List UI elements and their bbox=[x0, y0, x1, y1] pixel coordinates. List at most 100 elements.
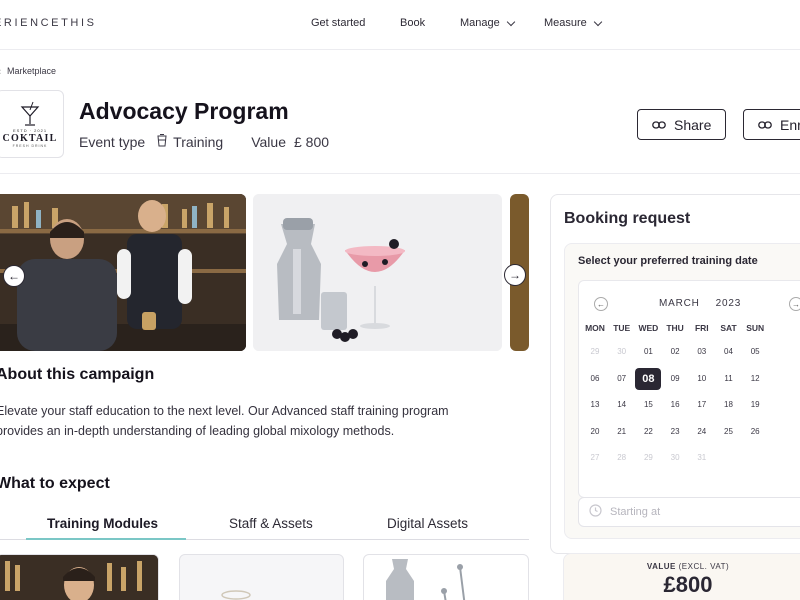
calendar-day[interactable]: 14 bbox=[609, 394, 635, 416]
share-button-label: Share bbox=[674, 116, 712, 133]
calendar-day[interactable]: 08 bbox=[635, 367, 662, 390]
calendar-month-year[interactable]: MARCH 2023 bbox=[659, 298, 741, 309]
page-title: Advocacy Program bbox=[79, 98, 289, 124]
calendar: ← MARCH 2023 → MON TUE WED THU FRI SAT SUN 29 30… bbox=[578, 280, 800, 498]
calendar-day: 29 bbox=[590, 347, 600, 356]
breadcrumb-marketplace[interactable]: Marketplace bbox=[7, 66, 56, 76]
brand-name: COKTAIL bbox=[2, 132, 58, 144]
chevron-down-icon bbox=[593, 17, 603, 26]
calendar-day[interactable]: 16 bbox=[662, 394, 688, 416]
start-time-placeholder: Starting at bbox=[610, 506, 661, 518]
cup-icon bbox=[157, 134, 167, 150]
calendar-day[interactable]: 05 bbox=[742, 341, 768, 363]
expect-title: What to expect bbox=[0, 475, 110, 492]
nav-manage[interactable]: Manage bbox=[460, 17, 516, 29]
booking-title: Booking request bbox=[564, 210, 691, 227]
calendar-day[interactable]: 13 bbox=[582, 394, 608, 416]
calendar-day[interactable]: 06 bbox=[582, 368, 608, 390]
calendar-day[interactable]: 15 bbox=[635, 394, 661, 416]
calendar-day[interactable]: 26 bbox=[742, 421, 768, 443]
gallery-prev-button[interactable]: ← bbox=[3, 265, 25, 287]
calendar-day: 28 bbox=[617, 453, 627, 462]
chevron-down-icon bbox=[506, 17, 516, 26]
value-summary-title: VALUE bbox=[646, 562, 676, 571]
arrow-left-icon: ← bbox=[8, 269, 20, 283]
calendar-day[interactable]: 12 bbox=[742, 368, 768, 390]
nav-measure-label: Measure bbox=[544, 17, 587, 29]
calendar-day[interactable]: 19 bbox=[742, 394, 768, 416]
calendar-day[interactable]: 09 bbox=[662, 368, 688, 390]
brand-logo: ESTD · 2021 COKTAIL FRESH DRINK bbox=[0, 90, 64, 158]
nav-get-started[interactable]: Get started bbox=[311, 17, 365, 29]
calendar-day[interactable]: 22 bbox=[635, 421, 661, 443]
calendar-day[interactable]: 03 bbox=[689, 341, 715, 363]
calendar-day[interactable]: 24 bbox=[689, 421, 715, 443]
breadcrumb[interactable]: ‹ Marketplace bbox=[0, 66, 56, 76]
gallery-next-button[interactable]: → bbox=[504, 264, 526, 286]
calendar-day[interactable]: 04 bbox=[716, 341, 742, 363]
arrow-right-icon: → bbox=[792, 299, 800, 309]
tab-training-modules[interactable]: Training Modules bbox=[47, 516, 158, 531]
nav-measure[interactable]: Measure bbox=[544, 17, 603, 29]
calendar-day: 30 bbox=[617, 347, 627, 356]
brand-tagline: FRESH DRINK bbox=[12, 143, 48, 148]
weekday-sat: SAT bbox=[720, 323, 737, 333]
about-text: Elevate your staff education to the next… bbox=[0, 404, 449, 438]
calendar-day[interactable]: 11 bbox=[716, 368, 742, 390]
about-title: About this campaign bbox=[0, 366, 155, 383]
nav-manage-label: Manage bbox=[460, 17, 500, 29]
event-type-label: Event type bbox=[79, 134, 146, 150]
calendar-day: 31 bbox=[697, 453, 707, 462]
calendar-next-button[interactable]: → bbox=[789, 297, 800, 311]
booking-form: Select your preferred training date ← MA… bbox=[564, 243, 800, 539]
calendar-day[interactable]: 17 bbox=[689, 394, 715, 416]
arrow-right-icon: → bbox=[509, 268, 521, 282]
active-tab-indicator bbox=[26, 538, 186, 540]
calendar-day[interactable]: 01 bbox=[635, 341, 661, 363]
divider bbox=[0, 173, 800, 174]
calendar-day: 30 bbox=[670, 453, 680, 462]
weekday-fri: FRI bbox=[694, 323, 709, 333]
calendar-year: 2023 bbox=[715, 298, 742, 309]
logo[interactable]: ERIENCETHIS bbox=[0, 17, 97, 29]
value-label: Value bbox=[251, 134, 286, 150]
calendar-day[interactable]: 07 bbox=[609, 368, 635, 390]
calendar-day[interactable]: 20 bbox=[582, 421, 608, 443]
tab-staff-assets[interactable]: Staff & Assets bbox=[229, 516, 313, 531]
calendar-day[interactable]: 25 bbox=[716, 421, 742, 443]
module-card[interactable] bbox=[363, 554, 529, 600]
calendar-day[interactable]: 21 bbox=[609, 421, 635, 443]
expect-tabs: Training Modules Staff & Assets Digital … bbox=[0, 512, 529, 540]
nav-book[interactable]: Book bbox=[400, 17, 425, 29]
calendar-prev-button[interactable]: ← bbox=[594, 297, 608, 311]
event-meta: Event type Training Value £ 800 bbox=[79, 134, 329, 150]
enroll-button-label: Enr bbox=[780, 116, 800, 133]
booking-panel: Booking request Select your preferred tr… bbox=[550, 194, 800, 554]
select-date-label: Select your preferred training date bbox=[578, 255, 758, 267]
cocktail-shaker-photo[interactable] bbox=[253, 194, 502, 351]
top-navigation: ERIENCETHIS Get started Book Manage Meas… bbox=[0, 0, 800, 50]
weekday-thu: THU bbox=[666, 323, 684, 333]
calendar-month: MARCH bbox=[659, 298, 700, 309]
weekday-wed: WED bbox=[638, 323, 659, 333]
value-summary: VALUE (EXCL. VAT) £800 bbox=[563, 553, 800, 600]
module-card[interactable] bbox=[179, 554, 344, 600]
share-button[interactable]: Share bbox=[637, 109, 727, 140]
value-amount: £ 800 bbox=[294, 134, 330, 150]
calendar-day[interactable]: 02 bbox=[662, 341, 688, 363]
weekday-mon: MON bbox=[585, 323, 605, 333]
link-icon bbox=[758, 117, 772, 133]
value-summary-amount: £800 bbox=[663, 572, 713, 597]
calendar-day: 27 bbox=[590, 453, 600, 462]
nav-get-started-label: Get started bbox=[311, 17, 366, 29]
bartender-photo[interactable] bbox=[0, 194, 246, 351]
start-time-field[interactable]: Starting at bbox=[578, 497, 800, 527]
calendar-day[interactable]: 23 bbox=[662, 421, 688, 443]
tab-digital-assets[interactable]: Digital Assets bbox=[387, 516, 468, 531]
weekday-sun: SUN bbox=[746, 323, 765, 333]
calendar-day[interactable]: 10 bbox=[689, 368, 715, 390]
module-card[interactable] bbox=[0, 554, 159, 600]
cocktail-glass-icon bbox=[20, 101, 40, 126]
calendar-day[interactable]: 18 bbox=[716, 394, 742, 416]
enroll-button[interactable]: Enr bbox=[743, 109, 800, 140]
